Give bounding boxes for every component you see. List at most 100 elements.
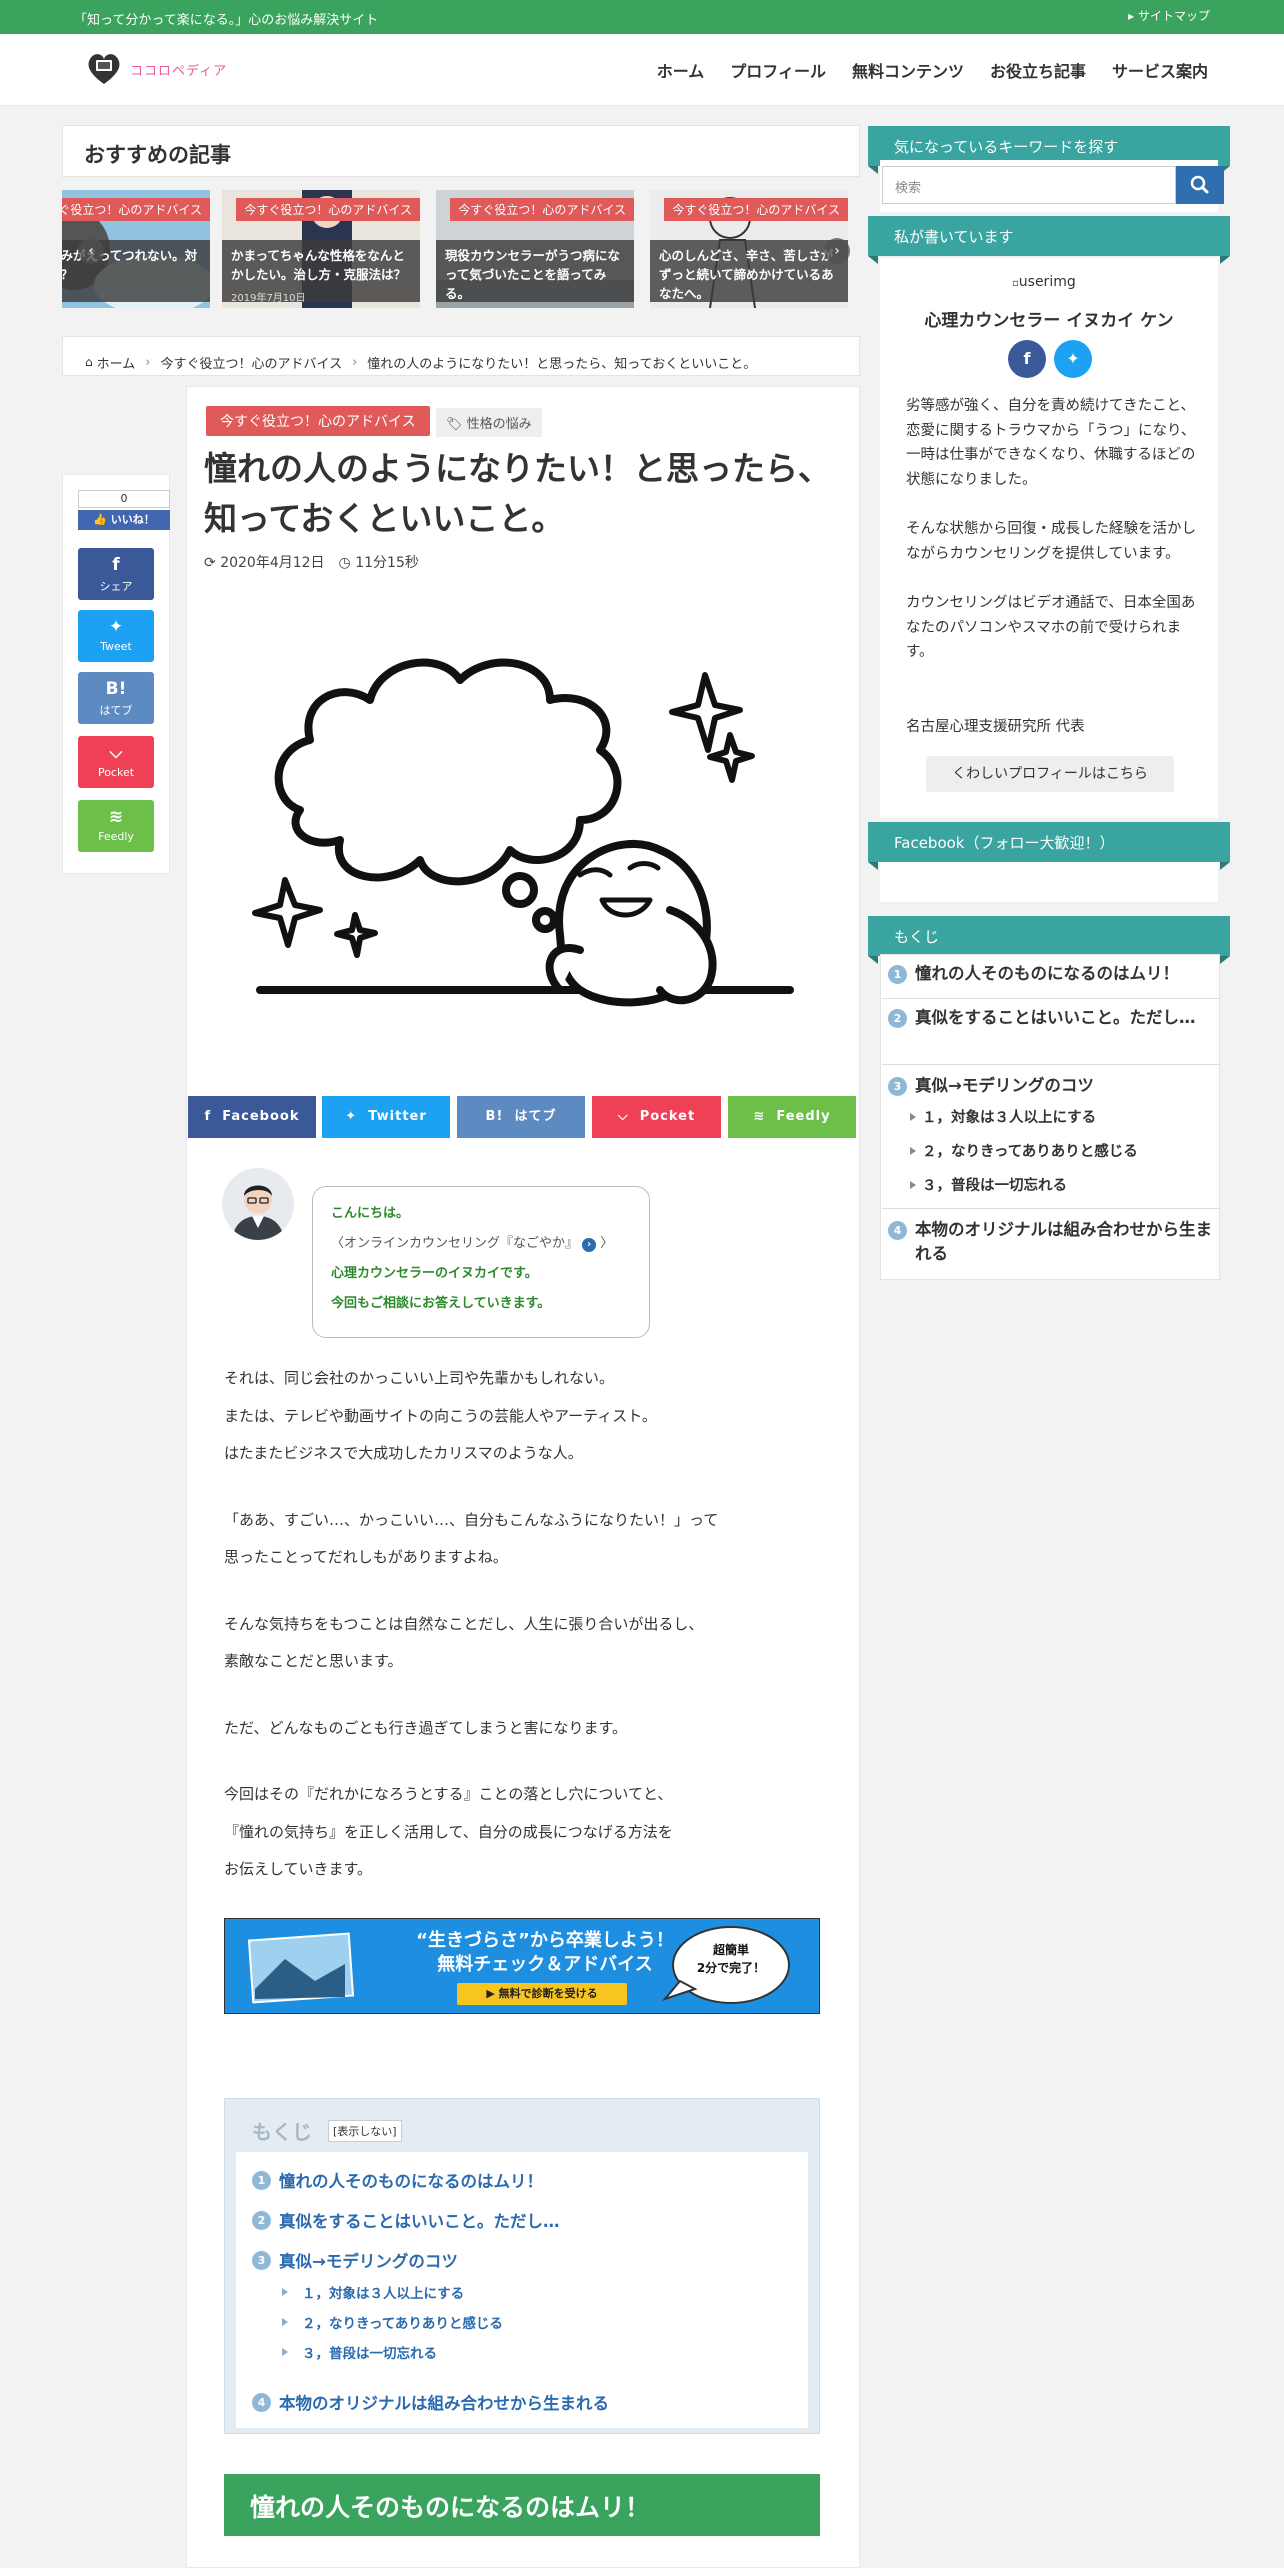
- nav-home[interactable]: ホーム: [657, 58, 705, 82]
- toc-number: 1: [252, 2170, 271, 2190]
- toc-link[interactable]: 真似をすることはいいこと。ただし…: [915, 1006, 1196, 1030]
- side-share-twitter-button[interactable]: ✦ Tweet: [78, 610, 154, 662]
- side-share-facebook-button[interactable]: f シェア: [78, 548, 154, 600]
- sidebar-toc-item[interactable]: 1 憧れの人そのものになるのはムリ！: [888, 962, 1214, 986]
- toc-subitem[interactable]: ２，なりきってありありと感じる: [282, 2312, 503, 2332]
- toc-item[interactable]: 1 憧れの人そのものになるのはムリ！: [252, 2168, 543, 2192]
- body-line: 『憧れの気持ち』を正しく活用して、自分の成長につなげる方法を: [224, 1822, 673, 1841]
- toc-link[interactable]: 真似→モデリングのコツ: [915, 1074, 1094, 1098]
- greeting-service-text: 〈オンラインカウンセリング『なごやか』: [331, 1236, 579, 1251]
- triangle-right-icon: [282, 2288, 288, 2296]
- search-button[interactable]: [1176, 166, 1224, 204]
- search-input[interactable]: 検索: [882, 166, 1176, 204]
- toc-sublink[interactable]: ３，普段は一切忘れる: [302, 2342, 437, 2362]
- facebook-icon: f: [112, 555, 120, 575]
- toc-item[interactable]: 3 真似→モデリングのコツ: [252, 2248, 458, 2272]
- toc-link[interactable]: 真似→モデリングのコツ: [279, 2248, 458, 2272]
- callout-line: 超簡単: [712, 1943, 749, 1957]
- sitemap-link[interactable]: ▸ サイトマップ: [1128, 7, 1210, 24]
- toc-item[interactable]: 4 本物のオリジナルは組み合わせから生まれる: [252, 2390, 609, 2414]
- share-hatena-button[interactable]: B! はてブ: [457, 1096, 585, 1138]
- slide-card[interactable]: 今すぐ役立つ！心のアドバイス かまってちゃんな性格をなんとかしたい。治し方・克服…: [222, 190, 420, 308]
- profile-twitter-button[interactable]: ✦: [1054, 340, 1092, 378]
- breadcrumb-category[interactable]: 今すぐ役立つ！心のアドバイス: [160, 353, 342, 372]
- toc-item[interactable]: 2 真似をすることはいいこと。ただし…: [252, 2208, 560, 2232]
- breadcrumb-home[interactable]: ホーム: [97, 353, 136, 372]
- diagnosis-banner[interactable]: “生きづらさ”から卒業しよう！ 無料チェック＆アドバイス ▶ 無料で診断を受ける…: [224, 1918, 820, 2014]
- article-title: 憧れの人のようになりたい！と思ったら、知っておくといいこと。: [204, 449, 831, 538]
- banner-headline: “生きづらさ”から卒業しよう！ 無料チェック＆アドバイス: [385, 1929, 705, 1977]
- toc-sublink[interactable]: ２，なりきってありありと感じる: [922, 1140, 1138, 1161]
- banner-callout: 超簡単 2分で完了！: [681, 1941, 781, 1977]
- profile-bio: 劣等感が強く、自分を責め続けてきたこと、恋愛に関するトラウマから「うつ」になり、…: [906, 394, 1206, 739]
- toc-sublink[interactable]: ２，なりきってありありと感じる: [302, 2312, 503, 2332]
- share-twitter-button[interactable]: ✦ Twitter: [322, 1096, 450, 1138]
- nav-articles[interactable]: お役立ち記事: [990, 58, 1086, 82]
- toc-sublink[interactable]: １，対象は３人以上にする: [302, 2282, 464, 2302]
- greeting-bubble: こんにちは。 〈オンラインカウンセリング『なごやか』 › 〉 心理カウンセラーの…: [312, 1186, 650, 1338]
- sidebar-profile-heading: 私が書いています: [868, 216, 1230, 264]
- pocket-icon: ⌵: [617, 1109, 629, 1124]
- sidebar-toc-item[interactable]: 2 真似をすることはいいこと。ただし…: [888, 1006, 1214, 1030]
- slide-caption-text: かまってちゃんな性格をなんとかしたい。治し方・克服法は？: [231, 248, 407, 282]
- share-pocket-button[interactable]: ⌵ Pocket: [592, 1096, 721, 1138]
- triangle-right-icon: [282, 2318, 288, 2326]
- toc-number: 2: [252, 2210, 271, 2230]
- banner-cta-button[interactable]: ▶ 無料で診断を受ける: [457, 1985, 627, 2001]
- share-bar-label: Twitter: [368, 1109, 427, 1124]
- body-line: お伝えしていきます。: [224, 1860, 373, 1878]
- toc-sublink[interactable]: ３，普段は一切忘れる: [922, 1174, 1067, 1195]
- profile-detail-button[interactable]: くわしいプロフィールはこちら: [926, 756, 1174, 792]
- greeting-line: 心理カウンセラーのイヌカイです。: [331, 1266, 538, 1281]
- rss-icon: ≋: [108, 807, 124, 827]
- sidebar-toc-subitem[interactable]: ２，なりきってありありと感じる: [910, 1140, 1138, 1161]
- share-bar-label: Feedly: [776, 1109, 831, 1124]
- facebook-like-button[interactable]: 👍 いいね！: [78, 510, 170, 530]
- recommended-slider: 今すぐ役立つ！心のアドバイス 妹…しみがえってつれない。対処法は？ 今すぐ役立つ…: [62, 190, 860, 308]
- sidebar-toc-subitem[interactable]: １，対象は３人以上にする: [910, 1106, 1096, 1127]
- body-line: はたまたビジネスで大成功したカリスマのような人。: [224, 1444, 583, 1462]
- sidebar-toc-item[interactable]: 3 真似→モデリングのコツ: [888, 1074, 1214, 1098]
- nav-free-content[interactable]: 無料コンテンツ: [852, 58, 964, 82]
- toc-link[interactable]: 憧れの人そのものになるのはムリ！: [915, 962, 1179, 986]
- toc-link[interactable]: 本物のオリジナルは組み合わせから生まれる: [279, 2390, 609, 2414]
- toc-toggle-button[interactable]: [表示しない]: [328, 2120, 402, 2142]
- breadcrumb: ⌂ ホーム › 今すぐ役立つ！心のアドバイス › 憧れの人のようになりたい！と思…: [62, 336, 860, 376]
- article-category-badge[interactable]: 今すぐ役立つ！心のアドバイス: [206, 406, 430, 436]
- profile-facebook-button[interactable]: f: [1008, 340, 1046, 378]
- tag-icon: 🏷: [446, 417, 463, 432]
- side-share-pocket-button[interactable]: ⌵ Pocket: [78, 736, 154, 788]
- share-feedly-button[interactable]: ≋ Feedly: [728, 1096, 856, 1138]
- site-logo[interactable]: ココロペディア: [84, 48, 244, 90]
- toc-number: 4: [888, 1221, 907, 1240]
- share-label: シェア: [99, 580, 133, 593]
- slider-prev-button[interactable]: ‹: [78, 238, 104, 264]
- side-share-hatena-button[interactable]: B! はてブ: [78, 672, 154, 724]
- chevron-right-icon: ›: [145, 354, 151, 370]
- nav-profile[interactable]: プロフィール: [730, 58, 826, 82]
- facebook-widget: [880, 862, 1218, 902]
- rss-icon: ≋: [753, 1109, 766, 1124]
- slide-card[interactable]: 今すぐ役立つ！心のアドバイス 現役カウンセラーがうつ病になって気づいたことを語っ…: [436, 190, 634, 308]
- body-line: そんな気持ちをもつことは自然なことだし、人生に張り合いが出るし、: [224, 1614, 704, 1633]
- toc-subitem[interactable]: ３，普段は一切忘れる: [282, 2342, 437, 2362]
- slider-next-button[interactable]: ›: [824, 238, 850, 264]
- side-share-feedly-button[interactable]: ≋ Feedly: [78, 800, 154, 852]
- article-tag[interactable]: 🏷 性格の悩み: [436, 408, 542, 437]
- sitemap-link-label[interactable]: サイトマップ: [1138, 9, 1210, 23]
- toc-number: 3: [888, 1077, 907, 1096]
- sidebar-toc-subitem[interactable]: ３，普段は一切忘れる: [910, 1174, 1067, 1195]
- nav-services[interactable]: サービス案内: [1112, 58, 1208, 82]
- chevron-right-circle-icon[interactable]: ›: [582, 1238, 597, 1252]
- pocket-icon: ⌵: [109, 743, 123, 763]
- toc-link[interactable]: 真似をすることはいいこと。ただし…: [279, 2208, 560, 2232]
- toc-sublink[interactable]: １，対象は３人以上にする: [922, 1106, 1096, 1127]
- sidebar-toc-item[interactable]: 4 本物のオリジナルは組み合わせから生まれる: [888, 1218, 1214, 1266]
- slide-card[interactable]: 今すぐ役立つ！心のアドバイス 心のしんどさ、辛さ、苦しさがずっと続いて諦めかけて…: [650, 190, 848, 308]
- sidebar-toc-heading: もくじ: [868, 916, 1230, 964]
- article-meta: ⟳ 2020年4月12日 ◷ 11分15秒: [204, 552, 419, 572]
- toc-subitem[interactable]: １，対象は３人以上にする: [282, 2282, 464, 2302]
- toc-link[interactable]: 憧れの人そのものになるのはムリ！: [279, 2168, 543, 2192]
- share-facebook-button[interactable]: f Facebook: [188, 1096, 316, 1138]
- toc-link[interactable]: 本物のオリジナルは組み合わせから生まれる: [915, 1218, 1214, 1266]
